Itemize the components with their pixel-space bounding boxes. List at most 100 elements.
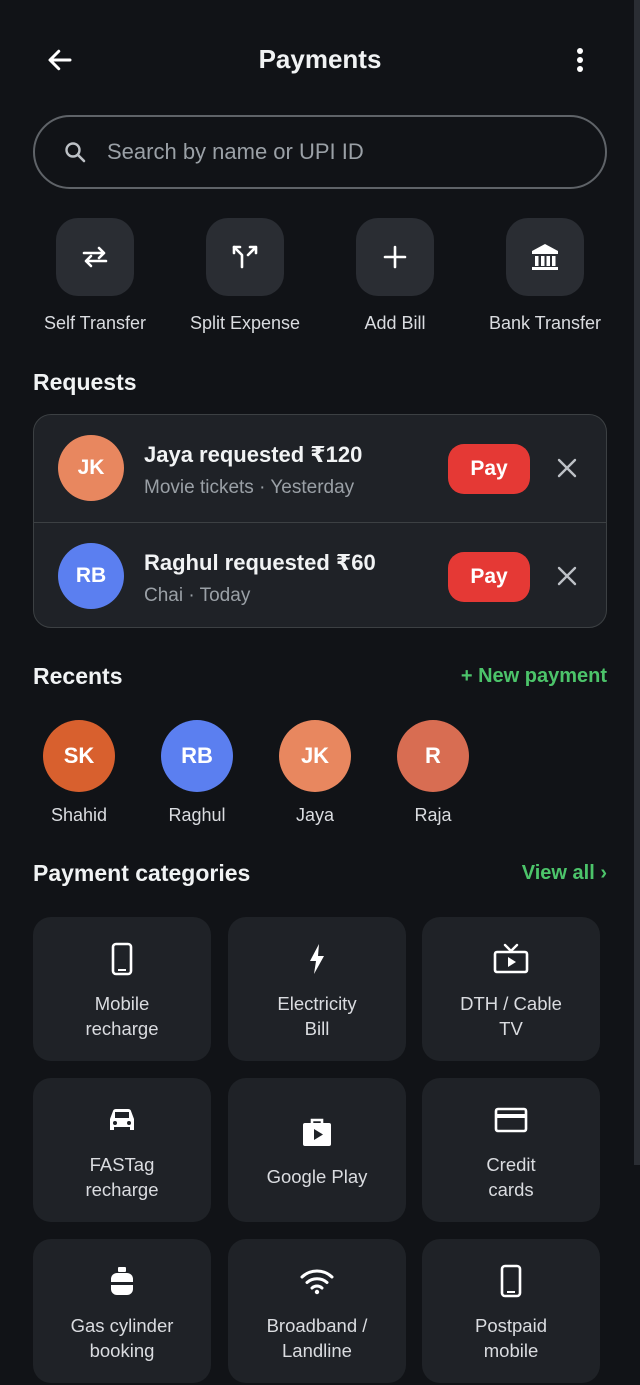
avatar: JK — [279, 720, 351, 792]
category-label-line: Electricity — [277, 993, 357, 1014]
category-label: Credit cards — [430, 1152, 592, 1202]
category-label: Broadband / Landline — [236, 1313, 398, 1363]
category-label-line: Credit — [486, 1154, 536, 1175]
close-icon — [557, 458, 577, 478]
smartphone-icon — [33, 941, 211, 977]
category-label-line: Bill — [304, 1018, 330, 1039]
avatar: SK — [43, 720, 115, 792]
category-dth-cable-tv[interactable]: DTH / Cable TV — [422, 917, 600, 1061]
category-postpaid-mobile[interactable]: Postpaid mobile — [422, 1239, 600, 1383]
view-all-link[interactable]: View all › — [522, 862, 607, 885]
wifi-icon — [228, 1263, 406, 1299]
scrollbar[interactable] — [634, 0, 640, 1165]
category-label-line: booking — [89, 1340, 155, 1361]
category-label: DTH / Cable TV — [430, 991, 592, 1041]
requests-heading: Requests — [33, 369, 137, 395]
category-label-line: Mobile — [94, 993, 150, 1014]
category-label-line: Postpaid — [475, 1315, 547, 1336]
category-label: Postpaid mobile — [430, 1313, 592, 1363]
app-header: Payments — [0, 0, 640, 120]
requests-card: JK Jaya requested ₹120 Movie tickets · Y… — [33, 414, 607, 628]
self-transfer-tile[interactable] — [56, 218, 134, 296]
recent-contact[interactable]: R Raja — [378, 720, 488, 826]
quick-action-label: Bank Transfer — [488, 313, 602, 333]
smartphone-icon — [422, 1263, 600, 1299]
more-vertical-icon — [577, 48, 583, 72]
add-bill-tile[interactable] — [356, 218, 434, 296]
page-title: Payments — [258, 44, 382, 74]
request-subtitle: Movie tickets · Yesterday — [144, 477, 355, 498]
contact-name: Shahid — [50, 805, 108, 825]
car-icon — [33, 1102, 211, 1138]
category-label-line: mobile — [483, 1340, 539, 1361]
payment-categories-heading: Payment categories — [33, 860, 251, 886]
google-play-bag-icon — [228, 1114, 406, 1150]
request-row[interactable]: RB Raghul requested ₹60 Chai · Today Pay — [34, 522, 606, 627]
swap-arrows-icon — [82, 246, 108, 268]
quick-action-label: Split Expense — [189, 313, 301, 333]
bank-icon — [532, 244, 558, 270]
recent-contact[interactable]: SK Shahid — [24, 720, 134, 826]
category-label-line: Broadband / — [266, 1315, 368, 1336]
category-google-play[interactable]: Google Play — [228, 1078, 406, 1222]
contact-name: Jaya — [295, 805, 335, 825]
more-options-button[interactable] — [562, 40, 598, 80]
category-broadband-landline[interactable]: Broadband / Landline — [228, 1239, 406, 1383]
quick-action-label: Add Bill — [364, 313, 426, 333]
new-payment-link[interactable]: + New payment — [461, 665, 607, 688]
category-label-line: DTH / Cable — [460, 993, 562, 1014]
recent-contact[interactable]: RB Raghul — [142, 720, 252, 826]
avatar: RB — [58, 543, 124, 609]
category-credit-cards[interactable]: Credit cards — [422, 1078, 600, 1222]
credit-card-icon — [422, 1102, 600, 1138]
recents-list: SK Shahid RB Raghul JK Jaya R Raja — [0, 720, 640, 830]
pay-button[interactable]: Pay — [448, 552, 530, 602]
avatar: R — [397, 720, 469, 792]
self-transfer-action[interactable]: Self Transfer — [25, 218, 165, 334]
category-label: FASTag recharge — [41, 1152, 203, 1202]
avatar: RB — [161, 720, 233, 792]
category-label-line: Gas cylinder — [70, 1315, 174, 1336]
category-label: Gas cylinder booking — [41, 1313, 203, 1363]
split-expense-action[interactable]: Split Expense — [175, 218, 315, 334]
request-subtitle: Chai · Today — [144, 585, 251, 606]
category-label-line: recharge — [85, 1018, 159, 1039]
pay-button[interactable]: Pay — [448, 444, 530, 494]
request-title: Raghul requested ₹60 — [144, 550, 376, 575]
category-label: Mobile recharge — [41, 991, 203, 1041]
category-label-line: recharge — [85, 1179, 159, 1200]
gas-cylinder-icon — [33, 1263, 211, 1299]
search-icon — [63, 139, 89, 165]
category-label-line: TV — [499, 1018, 523, 1039]
request-row[interactable]: JK Jaya requested ₹120 Movie tickets · Y… — [34, 415, 606, 521]
search-input[interactable] — [107, 139, 547, 165]
category-label-line: Google Play — [266, 1166, 368, 1187]
search-bar[interactable] — [33, 115, 607, 189]
lightning-icon — [228, 941, 406, 977]
split-expense-tile[interactable] — [206, 218, 284, 296]
dismiss-request-button[interactable] — [552, 453, 582, 483]
plus-icon — [383, 245, 407, 269]
category-electricity-bill[interactable]: Electricity Bill — [228, 917, 406, 1061]
category-gas-cylinder-booking[interactable]: Gas cylinder booking — [33, 1239, 211, 1383]
request-title: Jaya requested ₹120 — [144, 442, 363, 467]
category-label-line: FASTag — [89, 1154, 155, 1175]
add-bill-action[interactable]: Add Bill — [325, 218, 465, 334]
bank-transfer-action[interactable]: Bank Transfer — [475, 218, 615, 334]
category-fastag-recharge[interactable]: FASTag recharge — [33, 1078, 211, 1222]
bank-transfer-tile[interactable] — [506, 218, 584, 296]
split-arrows-icon — [232, 245, 258, 269]
category-label: Electricity Bill — [236, 991, 398, 1041]
quick-actions: Self Transfer Split Expense Add Bill Ban… — [0, 218, 640, 348]
close-icon — [557, 566, 577, 586]
contact-name: Raghul — [168, 805, 226, 825]
category-label-line: Landline — [282, 1340, 352, 1361]
recent-contact[interactable]: JK Jaya — [260, 720, 370, 826]
quick-action-label: Self Transfer — [43, 313, 147, 333]
recents-heading: Recents — [33, 663, 123, 689]
avatar: JK — [58, 435, 124, 501]
tv-icon — [422, 941, 600, 977]
category-label: Google Play — [236, 1164, 398, 1189]
dismiss-request-button[interactable] — [552, 561, 582, 591]
category-mobile-recharge[interactable]: Mobile recharge — [33, 917, 211, 1061]
